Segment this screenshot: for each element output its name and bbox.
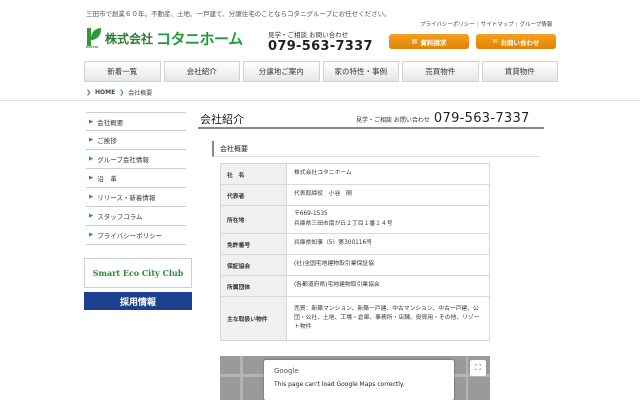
sidebar-item-group-info[interactable]: ▶ グループ会社情報 [86,150,186,169]
chevron-right-icon: ❯ [119,89,125,96]
chevron-right-icon: ▶ [89,175,94,181]
top-links: プライバシーポリシー | サイトマップ | グループ情報 [420,20,552,28]
title-contact: 見学・ご相談 お問い合わせ 079-563-7337 [356,111,530,126]
request-materials-button[interactable]: ▤ 資料請求 [389,34,469,49]
sidebar-item-label: 沿 革 [97,175,117,183]
table-row: 保証協会 (社)全国宅地建物取引業保証協 [220,254,490,276]
chevron-right-icon: ▶ [89,194,94,200]
map-error-dialog: Google This page can't load Google Maps … [264,360,454,400]
map-street [240,356,243,400]
breadcrumb-divider [0,100,640,101]
sidebar-item-label: プライバシーポリシー [97,232,163,240]
row-value: (各都道府県)宅地建物取引業協会 [286,275,490,297]
row-value: 代表取締役 小谷 剛 [286,184,490,206]
sidebar: ▶ 会社概要 ▶ ご挨拶 ▶ グループ会社情報 ▶ 沿 革 ▶ リリース・新着情報 ▶ スタ… [86,112,186,245]
recruit-banner[interactable]: 採用情報 [84,292,192,310]
row-label: 主な取扱い物件 [220,296,287,341]
title-contact-label: 見学・ご相談 お問い合わせ [356,117,430,124]
global-nav: 新着一覧 会社紹介 分譲地ご案内 家の特性・事例 売買物件 賃貸物件 [84,61,558,82]
row-value: 〒669-1535 兵庫県三田市南が丘２丁目１番１４号 [286,205,490,234]
nav-house-features[interactable]: 家の特性・事例 [322,61,399,82]
group-info-link[interactable]: グループ情報 [520,22,553,28]
table-row: 代表者 代表取締役 小谷 剛 [220,184,490,206]
row-label: 代表者 [220,184,287,206]
table-row: 主な取扱い物件 売買：新築マンション、新築一戸建、中古マンション、中古一戸建、公… [220,296,490,341]
table-row: 社 名 株式会社コタニホーム [220,163,490,185]
sidebar-item-label: グループ会社情報 [97,156,149,164]
nav-rental-properties[interactable]: 賃貸物件 [481,61,558,82]
table-row: 所在地 〒669-1535 兵庫県三田市南が丘２丁目１番１４号 [220,205,490,234]
breadcrumb: ❯ HOME ❯ 会社概要 [86,88,152,97]
smart-eco-city-banner[interactable]: Smart Eco City Club [84,258,192,288]
header-contact-label: 見学・ご相談 お問い合わせ [268,31,349,39]
sitemap-link[interactable]: サイトマップ [481,22,514,28]
row-label: 所属団体 [220,275,287,297]
document-icon: ▤ [411,38,418,45]
chevron-right-icon: ▶ [89,137,94,143]
row-label: 保証協会 [220,254,287,276]
nav-news[interactable]: 新着一覧 [84,61,161,82]
site-logo[interactable]: KOTANI 株式会社 コタニホーム [86,26,243,50]
link-separator: | [476,22,479,28]
link-separator: | [515,22,518,28]
row-value: 株式会社コタニホーム [286,163,490,185]
mail-icon: ✉ [492,38,498,45]
company-info-table: 社 名 株式会社コタニホーム 代表者 代表取締役 小谷 剛 所在地 〒669-1… [220,163,490,341]
table-row: 免許番号 兵庫県知事（5）第300116号 [220,233,490,255]
fullscreen-icon[interactable]: ⛶ [470,360,486,376]
header-contact: 見学・ご相談 お問い合わせ 079-563-7337 [268,29,373,54]
chevron-right-icon: ▶ [89,213,94,219]
chevron-right-icon: ▶ [89,156,94,162]
inquiry-button[interactable]: ✉ お問い合わせ [476,34,556,49]
row-value: (社)全国宅地建物取引業保証協 [286,254,490,276]
map-error-message: This page can't load Google Maps correct… [274,381,405,388]
row-label: 所在地 [220,205,287,234]
google-map[interactable]: Google This page can't load Google Maps … [220,356,490,400]
nav-sale-properties[interactable]: 売買物件 [402,61,479,82]
request-materials-label: 資料請求 [420,38,447,47]
row-label: 社 名 [220,163,287,185]
row-value: 売買：新築マンション、新築一戸建、中古マンション、中古一戸建、公団・公社、土地、… [286,296,490,341]
chevron-right-icon: ❯ [86,89,92,96]
sidebar-item-label: リリース・新着情報 [97,194,156,202]
inquiry-label: お問い合わせ [500,38,540,47]
sidebar-item-history[interactable]: ▶ 沿 革 [86,169,186,188]
row-label: 免許番号 [220,233,287,255]
site-tagline: 三田市で創業６０年。不動産、土地、一戸建て、分譲住宅のことならコタニグループにお… [86,10,391,18]
logo-company-type: 株式会社 [105,31,154,46]
table-row: 所属団体 (各都道府県)宅地建物取引業協会 [220,275,490,297]
title-underline [198,127,544,129]
logo-mark-icon: KOTANI [86,27,102,49]
breadcrumb-home[interactable]: HOME [95,89,115,96]
sidebar-item-company-overview[interactable]: ▶ 会社概要 [86,112,186,131]
sidebar-item-releases[interactable]: ▶ リリース・新着情報 [86,188,186,207]
sidebar-item-label: 会社概要 [97,118,124,127]
section-heading: 会社概要 [212,141,540,157]
header-phone-number[interactable]: 079-563-7337 [268,39,373,54]
logo-company-name: コタニホーム [156,29,243,48]
breadcrumb-current: 会社概要 [128,90,153,97]
sidebar-item-greeting[interactable]: ▶ ご挨拶 [86,131,186,150]
privacy-policy-link[interactable]: プライバシーポリシー [420,22,475,28]
postal-code: 〒669-1535 [294,211,328,218]
nav-company[interactable]: 会社紹介 [163,61,240,82]
nav-lots[interactable]: 分譲地ご案内 [243,61,320,82]
chevron-right-icon: ▶ [89,232,94,238]
address: 兵庫県三田市南が丘２丁目１番１４号 [294,220,393,227]
sidebar-item-label: ご挨拶 [97,137,117,145]
map-brand: Google [274,367,299,375]
map-street [466,356,468,400]
page-title: 会社紹介 [200,113,244,126]
sidebar-item-privacy[interactable]: ▶ プライバシーポリシー [86,226,186,245]
chevron-right-icon: ▶ [89,118,94,125]
row-value: 兵庫県知事（5）第300116号 [286,233,490,255]
sidebar-item-staff-column[interactable]: ▶ スタッフコラム [86,207,186,226]
sidebar-item-label: スタッフコラム [97,213,143,221]
title-phone-number[interactable]: 079-563-7337 [434,111,530,126]
